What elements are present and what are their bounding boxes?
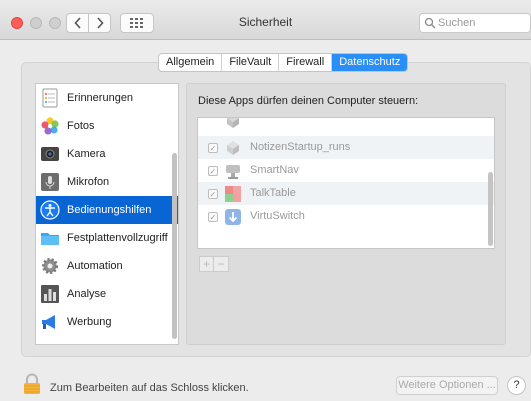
smartnav-icon bbox=[226, 165, 240, 179]
app-label: VirtuSwitch bbox=[250, 210, 305, 222]
privacy-category-list: Erinnerungen Fotos Kamera Mikrofon Bedie… bbox=[35, 83, 179, 345]
list-item[interactable]: ✓ NotizenStartup_runs bbox=[198, 136, 494, 159]
sidebar-item-bedienungshilfen[interactable]: Bedienungshilfen bbox=[36, 196, 178, 224]
tab-allgemein[interactable]: Allgemein bbox=[159, 54, 223, 71]
preferences-window: Sicherheit Suchen Allgemein FileVault Fi… bbox=[0, 0, 531, 401]
reminders-icon bbox=[42, 88, 58, 108]
checkbox[interactable]: ✓ bbox=[208, 212, 218, 222]
sidebar-item-label: Mikrofon bbox=[67, 176, 110, 188]
sidebar-item-label: Festplattenvollzugriff bbox=[67, 232, 168, 244]
tab-filevault[interactable]: FileVault bbox=[222, 54, 280, 71]
camera-icon bbox=[41, 147, 59, 161]
list-item[interactable]: ✓ VirtuSwitch bbox=[198, 205, 494, 228]
sidebar-item-erinnerungen[interactable]: Erinnerungen bbox=[36, 84, 178, 112]
search-placeholder: Suchen bbox=[438, 17, 476, 29]
list-item[interactable]: ✓ TalkTable bbox=[198, 182, 494, 205]
photos-icon bbox=[41, 117, 59, 135]
more-options-button[interactable]: Weitere Optionen ... bbox=[396, 376, 498, 395]
analytics-icon bbox=[41, 285, 59, 303]
sidebar-scrollbar[interactable] bbox=[172, 153, 177, 339]
tab-bar: Allgemein FileVault Firewall Datenschutz bbox=[158, 53, 409, 72]
title-bar: Sicherheit Suchen bbox=[0, 0, 531, 40]
talktable-icon bbox=[225, 186, 241, 202]
add-remove-control: + − bbox=[199, 256, 229, 272]
sidebar-item-label: Erinnerungen bbox=[67, 92, 134, 104]
tab-firewall[interactable]: Firewall bbox=[279, 54, 333, 71]
search-icon bbox=[424, 17, 436, 29]
folder-icon bbox=[41, 233, 59, 245]
lock-icon[interactable] bbox=[22, 373, 42, 395]
megaphone-icon bbox=[42, 315, 55, 329]
checkbox[interactable]: ✓ bbox=[208, 189, 218, 199]
sidebar-item-mikrofon[interactable]: Mikrofon bbox=[36, 168, 178, 196]
sidebar-item-festplattenvollzugriff[interactable]: Festplattenvollzugriff bbox=[36, 224, 178, 252]
remove-app-button[interactable]: − bbox=[214, 256, 229, 272]
sidebar-item-kamera[interactable]: Kamera bbox=[36, 140, 178, 168]
sidebar-item-label: Werbung bbox=[67, 316, 112, 328]
sidebar-item-werbung[interactable]: Werbung bbox=[36, 308, 178, 336]
list-item[interactable]: ✓ SmartNav bbox=[198, 159, 494, 182]
app-generic-icon bbox=[227, 141, 239, 155]
lock-hint-text: Zum Bearbeiten auf das Schloss klicken. bbox=[50, 382, 249, 394]
search-field[interactable]: Suchen bbox=[419, 13, 531, 33]
sidebar-item-analyse[interactable]: Analyse bbox=[36, 280, 178, 308]
sidebar-item-fotos[interactable]: Fotos bbox=[36, 112, 178, 140]
sidebar-item-label: Kamera bbox=[67, 148, 106, 160]
sidebar-item-automation[interactable]: Automation bbox=[36, 252, 178, 280]
sidebar-item-label: Analyse bbox=[67, 288, 107, 300]
microphone-icon bbox=[41, 173, 59, 191]
app-label: SmartNav bbox=[250, 164, 299, 176]
tab-datenschutz[interactable]: Datenschutz bbox=[332, 54, 408, 71]
add-app-button[interactable]: + bbox=[199, 256, 214, 272]
sidebar-item-label: Fotos bbox=[67, 120, 95, 132]
sidebar-item-label: Automation bbox=[67, 260, 123, 272]
accessibility-icon bbox=[40, 200, 60, 220]
app-label: NotizenStartup_runs bbox=[250, 141, 351, 153]
virtuswitch-icon bbox=[225, 209, 241, 225]
app-list-scrollbar[interactable] bbox=[488, 172, 493, 246]
app-list: ✓ NotizenStartup_runs ✓ SmartNav ✓ TalkT… bbox=[197, 117, 495, 249]
sidebar-item-label: Bedienungshilfen bbox=[67, 204, 152, 216]
list-item bbox=[198, 118, 494, 129]
app-generic-icon bbox=[227, 118, 239, 128]
help-button[interactable]: ? bbox=[507, 376, 526, 395]
gear-icon bbox=[42, 258, 58, 274]
app-label: TalkTable bbox=[250, 187, 296, 199]
checkbox[interactable]: ✓ bbox=[208, 143, 218, 153]
checkbox[interactable]: ✓ bbox=[208, 166, 218, 176]
panel-heading: Diese Apps dürfen deinen Computer steuer… bbox=[198, 95, 419, 107]
